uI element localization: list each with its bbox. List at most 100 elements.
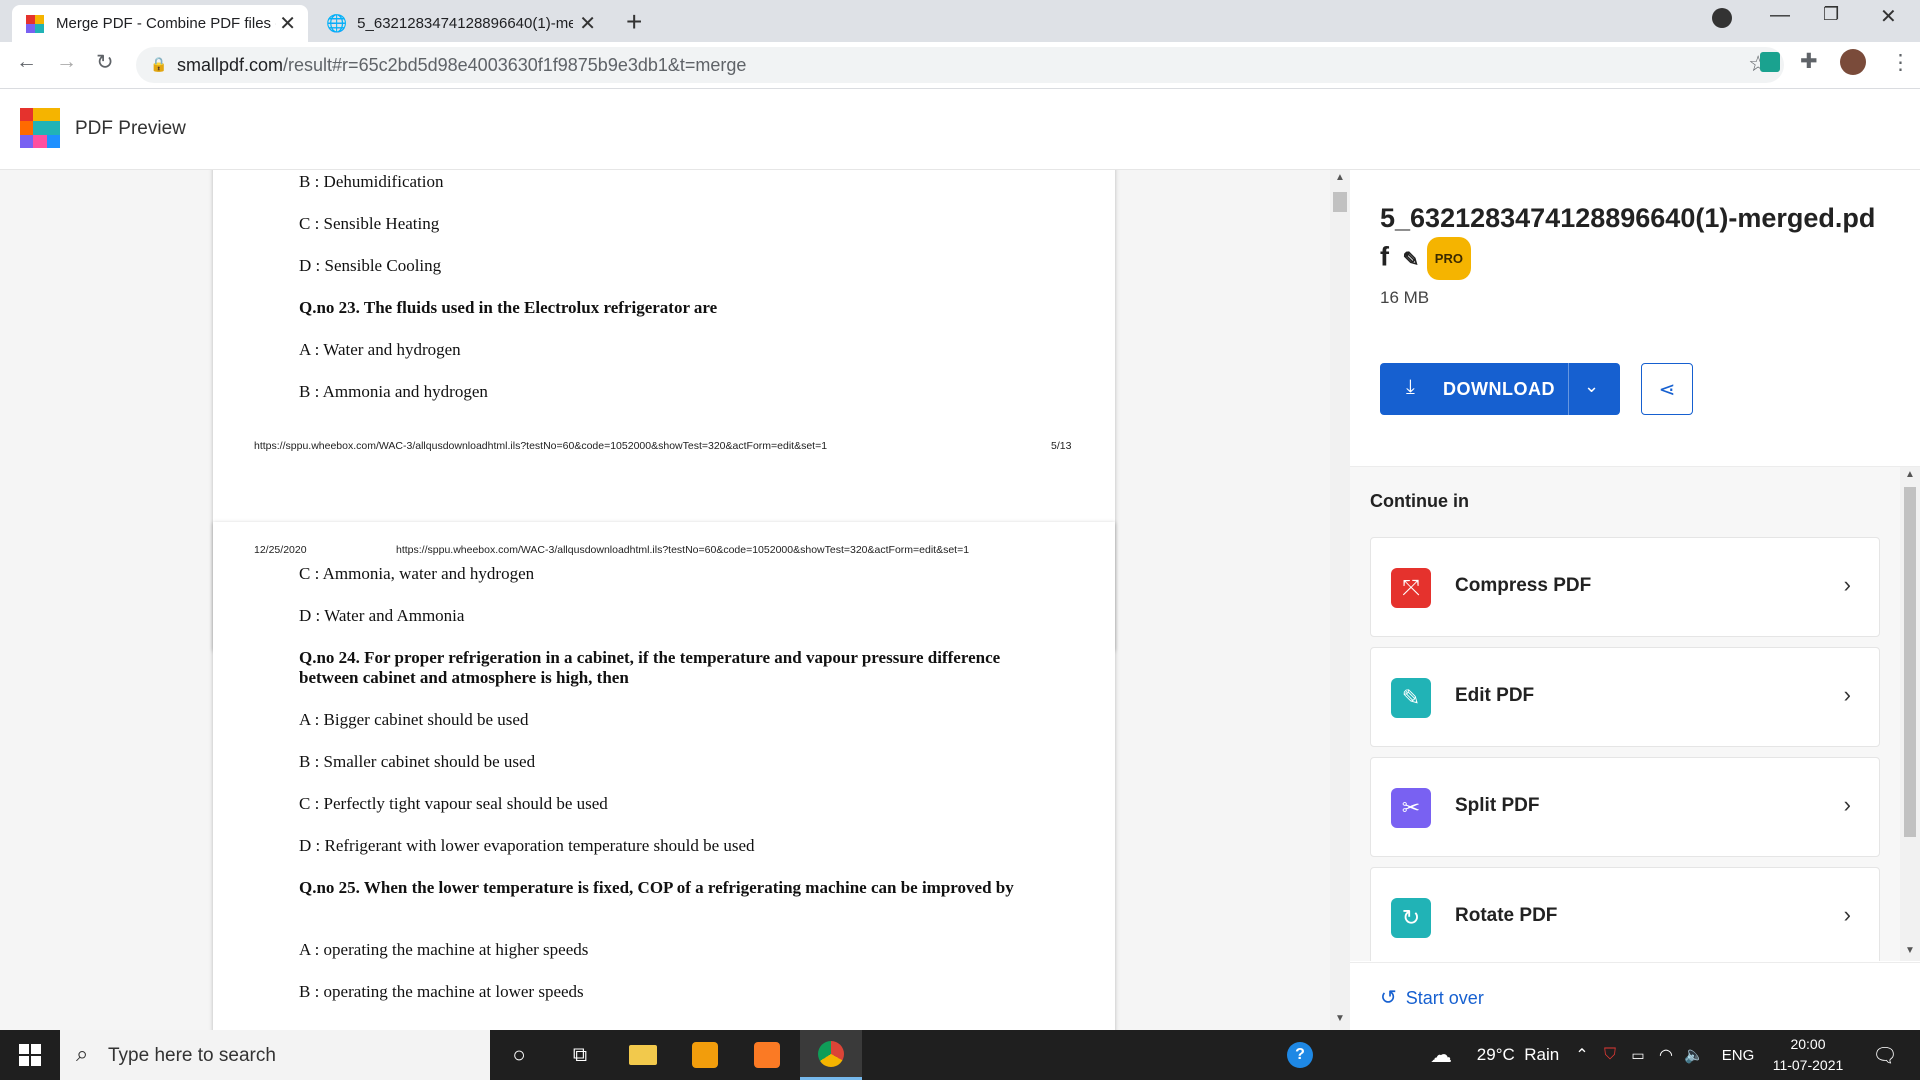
back-icon[interactable]: ←	[16, 50, 37, 74]
scroll-down-arrow-icon[interactable]: ▼	[1335, 1013, 1345, 1024]
weather-text[interactable]: 29°C Rain	[1468, 1030, 1568, 1080]
file-explorer-icon[interactable]	[618, 1030, 668, 1080]
continue-heading: Continue in	[1370, 491, 1469, 511]
download-button[interactable]: ⤓ DOWNLOAD ⌄	[1380, 363, 1620, 415]
share-icon: ⋖	[1658, 378, 1676, 401]
pdf-viewer[interactable]: B : Dehumidification C : Sensible Heatin…	[0, 170, 1350, 1030]
tool-card-edit-pdf[interactable]: ✎ Edit PDF ›	[1370, 647, 1880, 747]
close-tab-icon[interactable]: ✕	[579, 11, 596, 36]
tool-card-rotate-pdf[interactable]: ↻ Rotate PDF ›	[1370, 867, 1880, 961]
pdf-footer-url: https://sppu.wheebox.com/WAC-3/allqusdow…	[254, 440, 828, 452]
pdf-line: A : operating the machine at higher spee…	[299, 940, 589, 959]
chevron-right-icon: ›	[1843, 902, 1851, 927]
cortana-icon[interactable]: ○	[494, 1030, 544, 1080]
tab-merged-pdf[interactable]: 🌐 5_6321283474128896640(1)-merged.pdf ✕	[312, 5, 608, 42]
sublime-text-icon[interactable]	[680, 1030, 730, 1080]
minimize-icon[interactable]: —	[1770, 4, 1790, 27]
globe-icon: 🌐	[326, 13, 348, 33]
pdf-line: C : Sensible Heating	[299, 214, 440, 233]
antivirus-icon[interactable]: ⛉	[1598, 1030, 1622, 1080]
help-icon[interactable]: ?	[1280, 1030, 1320, 1080]
tab-merge-pdf[interactable]: Merge PDF - Combine PDF files online ✕	[12, 5, 308, 42]
profile-menu-icon[interactable]	[1712, 8, 1732, 28]
scissors-icon: ✂	[1391, 788, 1431, 828]
scrollbar-thumb[interactable]	[1904, 487, 1916, 837]
tab-title: 5_6321283474128896640(1)-merged.pdf	[357, 15, 574, 32]
close-window-icon[interactable]: ✕	[1880, 4, 1897, 29]
result-side-panel: 5_6321283474128896640(1)-merged.pdf ✎ PR…	[1350, 170, 1920, 1031]
scrollbar-thumb[interactable]	[1333, 192, 1347, 212]
smallpdf-logo-icon[interactable]	[20, 108, 60, 148]
pdf-line: C : Perfectly tight vapour seal should b…	[299, 794, 608, 813]
close-tab-icon[interactable]: ✕	[279, 11, 296, 36]
file-name: 5_6321283474128896640(1)-merged.pdf ✎ PR…	[1380, 200, 1880, 280]
address-bar[interactable]: 🔒 smallpdf.com/result#r=65c2bd5d98e40036…	[136, 47, 1784, 83]
chevron-right-icon: ›	[1843, 682, 1851, 707]
pdf-line: D : Sensible Cooling	[299, 256, 442, 275]
url-path: /result#r=65c2bd5d98e4003630f1f9875b9e3d…	[283, 55, 747, 75]
continue-in-section: Continue in ⤧ Compress PDF › ✎ Edit PDF …	[1350, 467, 1920, 961]
task-view-icon[interactable]: ⧉	[555, 1030, 605, 1080]
lock-icon: 🔒	[150, 56, 168, 72]
undo-icon: ↺	[1380, 987, 1397, 1009]
start-over-button[interactable]: ↺ Start over	[1380, 985, 1484, 1010]
start-button[interactable]	[0, 1030, 60, 1080]
pro-badge: PRO	[1426, 237, 1471, 280]
pdf-line: A : Water and hydrogen	[299, 340, 461, 359]
language-indicator[interactable]: ENG	[1716, 1030, 1760, 1080]
clock-time: 20:00	[1790, 1036, 1826, 1052]
tool-label: Compress PDF	[1455, 575, 1592, 596]
scroll-down-arrow-icon[interactable]: ▼	[1905, 945, 1915, 956]
side-footer: ↺ Start over	[1350, 962, 1920, 1031]
pdf-question: Q.no 25. When the lower temperature is f…	[299, 878, 1014, 897]
pdf-line: B : operating the machine at lower speed…	[299, 982, 584, 1001]
new-tab-icon[interactable]: +	[626, 6, 642, 38]
reload-icon[interactable]: ↻	[96, 50, 114, 75]
tool-label: Rotate PDF	[1455, 905, 1558, 926]
smallpdf-favicon-icon	[26, 14, 44, 33]
avatar[interactable]	[1840, 49, 1866, 75]
forward-icon[interactable]: →	[56, 50, 77, 74]
compress-icon: ⤧	[1391, 568, 1431, 608]
chevron-down-icon[interactable]: ⌄	[1584, 376, 1599, 397]
tool-card-compress-pdf[interactable]: ⤧ Compress PDF ›	[1370, 537, 1880, 637]
chrome-taskbar-icon[interactable]	[800, 1030, 862, 1080]
download-icon: ⤓	[1406, 376, 1415, 398]
wifi-icon[interactable]: ◠	[1654, 1030, 1678, 1080]
viewer-scrollbar[interactable]: ▲ ▼	[1330, 170, 1350, 1030]
chevron-right-icon: ›	[1843, 572, 1851, 597]
pdf-question: Q.no 23. The fluids used in the Electrol…	[299, 298, 718, 317]
pdf-line: D : Water and Ammonia	[299, 606, 465, 625]
taskbar-search-box[interactable]: ⌕ Type here to search	[60, 1030, 490, 1080]
chevron-up-icon[interactable]: ⌃	[1570, 1030, 1594, 1080]
notification-icon[interactable]: 🗨	[1860, 1030, 1910, 1080]
rotate-icon: ↻	[1391, 898, 1431, 938]
xampp-icon[interactable]	[742, 1030, 792, 1080]
menu-kebab-icon[interactable]: ⋮	[1890, 50, 1911, 75]
pdf-page-number: 5/13	[1051, 440, 1072, 452]
pdf-line: D : Refrigerant with lower evaporation t…	[299, 836, 755, 855]
pdf-header-url: https://sppu.wheebox.com/WAC-3/allqusdow…	[396, 544, 970, 556]
extension-icon[interactable]	[1760, 52, 1780, 72]
browser-tab-bar: Merge PDF - Combine PDF files online ✕ 🌐…	[0, 0, 1920, 42]
app-header: PDF Preview	[0, 89, 1920, 170]
pdf-line: B : Smaller cabinet should be used	[299, 752, 536, 771]
file-size: 16 MB	[1380, 288, 1430, 307]
clock[interactable]: 20:00 11-07-2021	[1768, 1034, 1848, 1076]
windows-taskbar: ⌕ Type here to search ○ ⧉ ? ☁ 29°C Rain …	[0, 1030, 1920, 1080]
scroll-up-arrow-icon[interactable]: ▲	[1335, 172, 1345, 183]
weather-cloud-icon: ☁	[1430, 1042, 1452, 1067]
side-scrollbar[interactable]: ▲ ▼	[1900, 467, 1920, 961]
scroll-up-arrow-icon[interactable]: ▲	[1905, 469, 1915, 480]
tab-title: Merge PDF - Combine PDF files online	[56, 15, 276, 32]
restore-icon[interactable]: ❐	[1823, 4, 1839, 25]
tool-label: Split PDF	[1455, 795, 1540, 816]
download-label: DOWNLOAD	[1443, 379, 1555, 399]
tool-card-split-pdf[interactable]: ✂ Split PDF ›	[1370, 757, 1880, 857]
extensions-puzzle-icon[interactable]: ✚	[1800, 49, 1818, 74]
volume-icon[interactable]: 🔈	[1682, 1030, 1706, 1080]
pdf-question: Q.no 24. For proper refrigeration in a c…	[299, 648, 1001, 687]
edit-pencil-icon[interactable]: ✎	[1403, 249, 1420, 271]
battery-icon[interactable]: ▭	[1626, 1030, 1650, 1080]
share-button[interactable]: ⋖	[1641, 363, 1693, 415]
